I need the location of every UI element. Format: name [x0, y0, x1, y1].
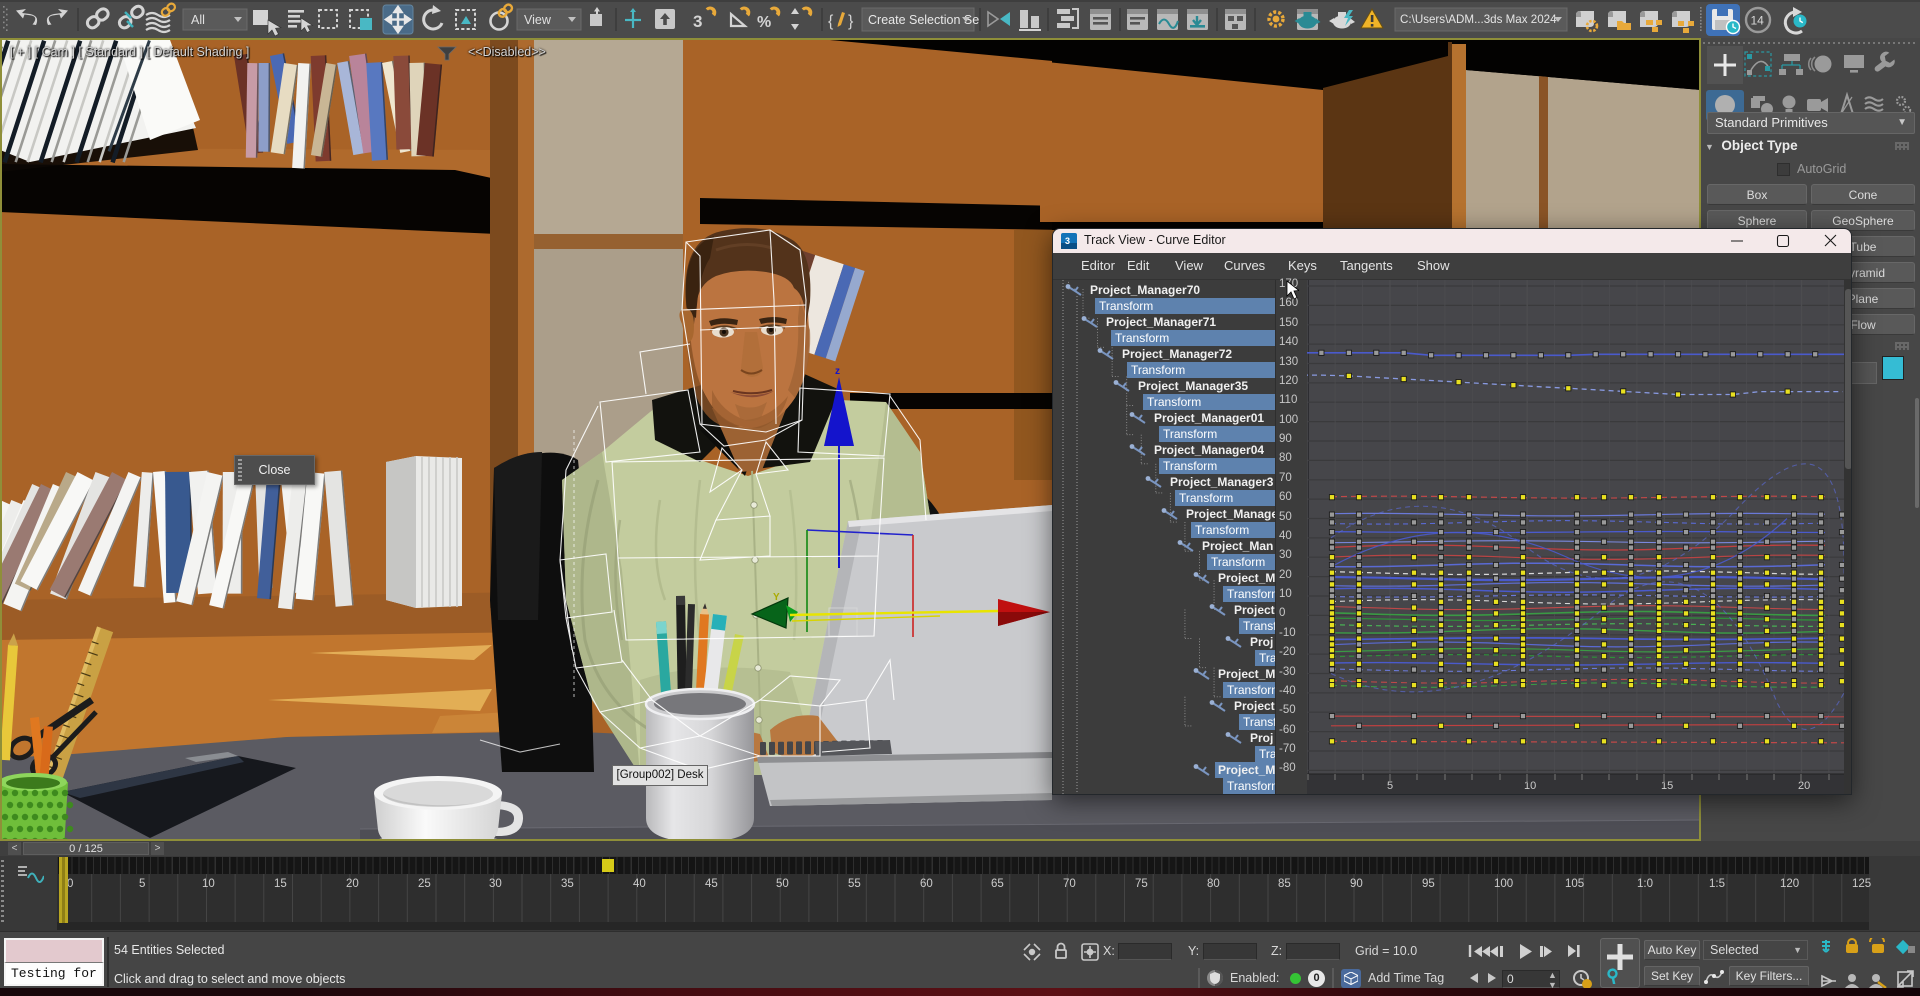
svg-text:75: 75: [1135, 878, 1148, 890]
svg-text:65: 65: [991, 878, 1004, 890]
svg-text:C:\Users\ADM...3ds Max 2024: C:\Users\ADM...3ds Max 2024: [1400, 13, 1557, 26]
svg-text:45: 45: [705, 878, 718, 890]
svg-text:5: 5: [139, 878, 145, 890]
svg-text:1:0: 1:0: [1637, 878, 1653, 890]
svg-text:50: 50: [776, 878, 789, 890]
svg-text:100: 100: [1494, 878, 1513, 890]
svg-text:125: 125: [1852, 878, 1871, 890]
svg-text:15: 15: [274, 878, 287, 890]
svg-text:60: 60: [920, 878, 933, 890]
svg-text:}: }: [848, 13, 854, 30]
svg-text:80: 80: [1207, 878, 1220, 890]
svg-text:40: 40: [633, 878, 646, 890]
svg-text:120: 120: [1780, 878, 1799, 890]
svg-text:Create Selection Se: Create Selection Se: [868, 13, 979, 27]
svg-text:z: z: [835, 366, 840, 377]
svg-text:%: %: [757, 14, 771, 31]
svg-text:All: All: [191, 13, 205, 27]
svg-text:85: 85: [1278, 878, 1291, 890]
svg-text:20: 20: [1798, 780, 1810, 792]
svg-text:10: 10: [1524, 780, 1536, 792]
svg-text:14: 14: [1751, 14, 1765, 28]
svg-text:View: View: [524, 13, 552, 27]
svg-text:10: 10: [202, 878, 215, 890]
svg-text:30: 30: [489, 878, 502, 890]
svg-text:35: 35: [561, 878, 574, 890]
svg-text:55: 55: [848, 878, 861, 890]
svg-text:95: 95: [1422, 878, 1435, 890]
svg-text:Y: Y: [773, 592, 780, 603]
svg-text:15: 15: [1661, 780, 1673, 792]
svg-text:90: 90: [1350, 878, 1363, 890]
svg-text:20: 20: [346, 878, 359, 890]
svg-text:25: 25: [418, 878, 431, 890]
svg-text:70: 70: [1063, 878, 1076, 890]
svg-text:1:5: 1:5: [1709, 878, 1725, 890]
svg-text:{: {: [828, 13, 834, 30]
svg-text:3: 3: [693, 12, 702, 31]
svg-text:105: 105: [1565, 878, 1584, 890]
